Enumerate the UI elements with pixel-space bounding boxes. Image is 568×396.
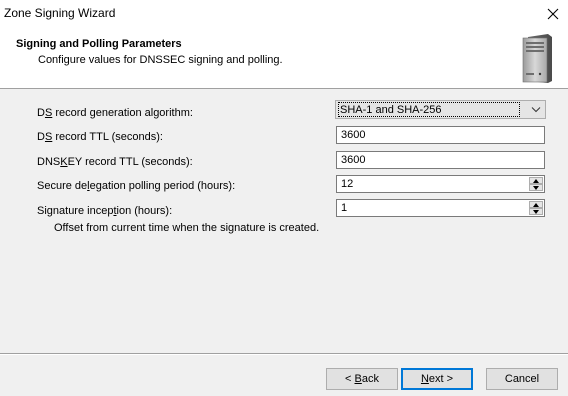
polling-period-input[interactable]: 12 bbox=[336, 175, 545, 193]
ds-algorithm-label: DS record generation algorithm: bbox=[37, 107, 193, 119]
form-area: DS record generation algorithm: SHA-1 an… bbox=[0, 89, 568, 353]
chevron-down-icon bbox=[531, 107, 541, 113]
spin-down-button[interactable] bbox=[529, 208, 543, 215]
spin-up-button[interactable] bbox=[529, 201, 543, 208]
page-subtitle: Configure values for DNSSEC signing and … bbox=[38, 54, 283, 66]
dnskey-ttl-label: DNSKEY record TTL (seconds): bbox=[37, 156, 193, 168]
title-bar: Zone Signing Wizard bbox=[0, 0, 568, 28]
cancel-button[interactable]: Cancel bbox=[486, 368, 558, 390]
signature-inception-value: 1 bbox=[341, 202, 348, 214]
triangle-down-icon bbox=[533, 209, 539, 214]
close-button[interactable] bbox=[538, 0, 568, 28]
ds-algorithm-dropdown[interactable]: SHA-1 and SHA-256 bbox=[335, 100, 546, 119]
label-text: ion (hours): bbox=[116, 205, 173, 217]
footer-divider bbox=[0, 353, 568, 355]
close-icon bbox=[547, 8, 559, 20]
window-title: Zone Signing Wizard bbox=[4, 6, 116, 20]
label-text: record TTL (seconds): bbox=[52, 131, 163, 143]
triangle-up-icon bbox=[533, 178, 539, 183]
label-text: egation polling period (hours): bbox=[89, 180, 236, 192]
signature-inception-input[interactable]: 1 bbox=[336, 199, 545, 217]
label-text: EY record TTL (seconds): bbox=[67, 156, 193, 168]
ds-algorithm-selected-value: SHA-1 and SHA-256 bbox=[338, 102, 520, 117]
zone-signing-wizard-window: Zone Signing Wizard Signing and Polling … bbox=[0, 0, 568, 396]
label-text: Secure de bbox=[37, 180, 88, 192]
button-text: ack bbox=[361, 373, 379, 385]
page-title: Signing and Polling Parameters bbox=[16, 38, 182, 50]
next-button[interactable]: Next > bbox=[401, 368, 473, 390]
spin-up-button[interactable] bbox=[529, 177, 543, 184]
wizard-header: Signing and Polling Parameters Configure… bbox=[0, 28, 568, 89]
button-text: < bbox=[345, 373, 355, 385]
triangle-up-icon bbox=[533, 202, 539, 207]
signature-inception-spinner bbox=[529, 201, 543, 215]
polling-period-value: 12 bbox=[341, 178, 354, 190]
label-text: record generation algorithm: bbox=[52, 107, 193, 119]
access-key: B bbox=[354, 373, 362, 385]
polling-period-spinner bbox=[529, 177, 543, 191]
ds-ttl-input[interactable]: 3600 bbox=[336, 126, 545, 144]
spin-down-button[interactable] bbox=[529, 184, 543, 191]
triangle-down-icon bbox=[533, 185, 539, 190]
server-icon bbox=[522, 34, 552, 83]
label-text: D bbox=[37, 131, 45, 143]
dnskey-ttl-input[interactable]: 3600 bbox=[336, 151, 545, 169]
button-text: ext > bbox=[428, 373, 454, 385]
polling-period-label: Secure delegation polling period (hours)… bbox=[37, 180, 235, 192]
access-key: K bbox=[60, 156, 68, 168]
ds-ttl-label: DS record TTL (seconds): bbox=[37, 131, 163, 143]
access-key: N bbox=[420, 373, 429, 385]
signature-inception-hint: Offset from current time when the signat… bbox=[54, 222, 320, 234]
back-button[interactable]: < Back bbox=[326, 368, 398, 390]
signature-inception-label: Signature inception (hours): bbox=[37, 205, 172, 217]
label-text: D bbox=[37, 107, 45, 119]
label-text: Signature incep bbox=[37, 205, 114, 217]
label-text: DNS bbox=[37, 156, 61, 168]
